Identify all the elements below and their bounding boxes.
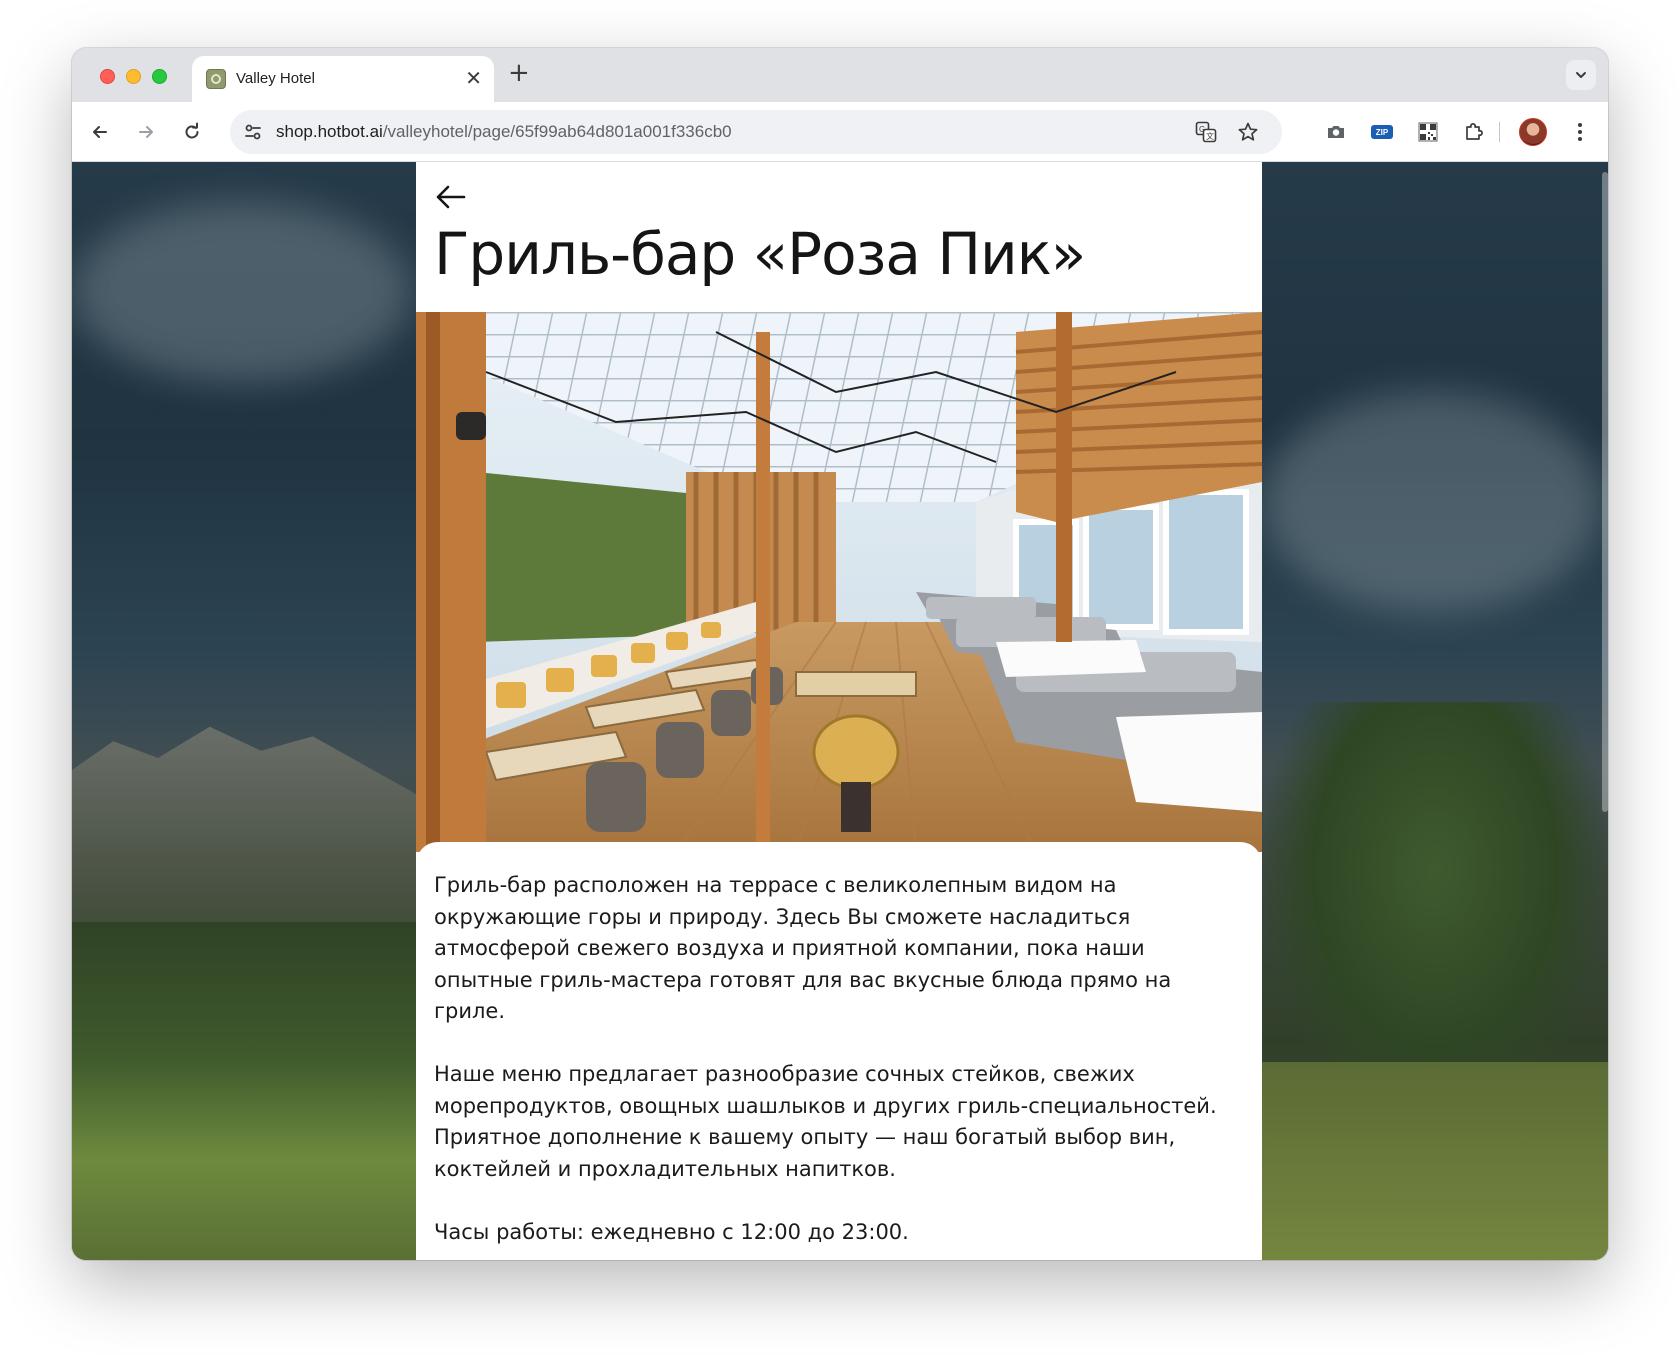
reload-button[interactable] [178, 118, 206, 146]
svg-text:文: 文 [1206, 131, 1214, 141]
back-link[interactable] [434, 182, 468, 212]
maximize-window-button[interactable] [152, 69, 167, 84]
url-text[interactable]: shop.hotbot.ai/valleyhotel/page/65f99ab6… [276, 122, 732, 142]
forward-arrow-icon [139, 126, 153, 138]
description-paragraph: Гриль-бар расположен на террасе с велико… [434, 873, 1172, 1023]
bookmark-button[interactable] [1236, 120, 1260, 144]
tab-search-button[interactable] [1566, 60, 1596, 90]
description-paragraph: Наше меню предлагает разнообразие сочных… [434, 1062, 1217, 1181]
background-trees [1262, 702, 1608, 1122]
url-host: shop.hotbot.ai [276, 122, 383, 141]
hotel-favicon-icon [206, 69, 226, 89]
translate-icon: G 文 [1195, 121, 1217, 143]
page-scrollbar[interactable] [1602, 172, 1608, 812]
background-cloud [72, 202, 412, 382]
tab-close-icon[interactable]: ✕ [465, 67, 482, 89]
back-arrow-icon [436, 185, 466, 209]
opening-hours-text: Часы работы: ежедневно с 12:00 до 23:00. [434, 1219, 909, 1244]
chevron-down-icon [1576, 72, 1586, 78]
description-text: Гриль-бар расположен на террасе с велико… [434, 870, 1244, 1260]
tab-title: Valley Hotel [236, 70, 315, 87]
zip-icon: ZIP [1371, 125, 1393, 139]
content-panel: Гриль-бар «Роза Пик» Гриль-бар расположе… [416, 162, 1262, 1260]
screenshot-extension-button[interactable] [1322, 118, 1350, 146]
browser-window: Valley Hotel ✕ + shop.hotbot.ai/valleyho… [72, 48, 1608, 1260]
browser-menu-button[interactable] [1566, 118, 1594, 146]
terrace-image [416, 312, 1262, 852]
tab-strip: Valley Hotel ✕ + [72, 48, 1608, 102]
toolbar-divider [1499, 122, 1500, 142]
forward-button[interactable] [132, 118, 160, 146]
browser-tab-active[interactable]: Valley Hotel ✕ [192, 56, 494, 102]
tune-icon[interactable] [242, 121, 264, 143]
background-meadow [1262, 1062, 1608, 1260]
camera-icon [1328, 126, 1344, 138]
minimize-window-button[interactable] [126, 69, 141, 84]
background-forest [72, 922, 416, 1260]
profile-avatar[interactable] [1519, 118, 1547, 146]
browser-toolbar: shop.hotbot.ai/valleyhotel/page/65f99ab6… [72, 102, 1608, 162]
restaurant-terrace-photo [416, 312, 1262, 852]
puzzle-icon [1466, 123, 1483, 140]
back-arrow-icon [93, 126, 107, 138]
description-card: Гриль-бар расположен на террасе с велико… [416, 842, 1262, 1260]
translate-button[interactable]: G 文 [1194, 120, 1218, 144]
zip-extension-button[interactable]: ZIP [1368, 118, 1396, 146]
page-viewport: Гриль-бар «Роза Пик» Гриль-бар расположе… [72, 162, 1608, 1260]
extensions-button[interactable] [1460, 118, 1488, 146]
background-cloud [1262, 392, 1602, 612]
new-tab-button[interactable]: + [508, 60, 530, 86]
url-path: /valleyhotel/page/65f99ab64d801a001f336c… [382, 122, 732, 141]
star-icon [1238, 122, 1258, 141]
qr-extension-button[interactable] [1414, 118, 1442, 146]
back-button[interactable] [86, 118, 114, 146]
address-bar[interactable]: shop.hotbot.ai/valleyhotel/page/65f99ab6… [230, 110, 1282, 154]
svg-text:G: G [1199, 125, 1205, 134]
kebab-menu-icon [1578, 123, 1582, 141]
page-title: Гриль-бар «Роза Пик» [434, 220, 1086, 288]
qr-code-icon [1418, 122, 1438, 142]
reload-icon [185, 122, 199, 139]
close-window-button[interactable] [100, 69, 115, 84]
